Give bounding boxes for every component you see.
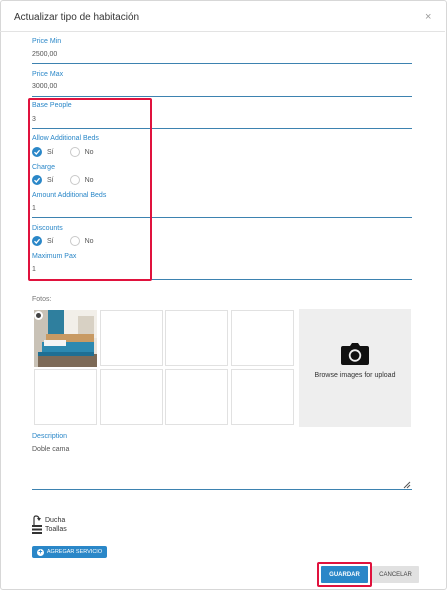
- fotos-label: Fotos:: [32, 296, 52, 303]
- discounts-no-label: No: [84, 237, 94, 245]
- header-divider: [0, 31, 445, 32]
- shower-icon: [33, 515, 41, 525]
- allow-additional-beds-no-radio[interactable]: [69, 147, 80, 157]
- resize-handle-icon[interactable]: [403, 481, 411, 489]
- allow-additional-beds-no-label: No: [84, 148, 94, 156]
- add-service-button[interactable]: + AGREGAR SERVICIO: [32, 546, 107, 558]
- add-service-label: AGREGAR SERVICIO: [46, 549, 103, 555]
- dialog-title: Actualizar tipo de habitación: [14, 12, 140, 23]
- base-people-input[interactable]: 3: [32, 116, 36, 123]
- allow-additional-beds-radio-group: Sí No: [32, 146, 94, 158]
- dialog: [0, 0, 447, 590]
- charge-radio-group: Sí No: [32, 174, 94, 186]
- description-underline: [32, 489, 412, 490]
- price-max-input[interactable]: 3000,00: [32, 83, 57, 90]
- discounts-radio-group: Sí No: [32, 235, 94, 247]
- check-icon: [34, 238, 41, 244]
- allow-additional-beds-label: Allow Additional Beds: [32, 135, 99, 142]
- camera-icon: [341, 343, 369, 365]
- maximum-pax-input[interactable]: 1: [32, 266, 36, 273]
- room-photo-image: [34, 310, 97, 367]
- towels-icon: [32, 525, 42, 534]
- amount-additional-beds-input[interactable]: 1: [32, 205, 36, 212]
- room-photo-thumbnail[interactable]: [34, 310, 97, 367]
- image-upload-dropzone[interactable]: Browse images for upload: [299, 309, 411, 427]
- base-people-underline: [32, 128, 412, 129]
- description-label: Description: [32, 433, 68, 440]
- allow-additional-beds-yes-radio[interactable]: [32, 147, 42, 157]
- service-item-toallas: Toallas: [32, 525, 67, 534]
- discounts-no-radio[interactable]: [69, 236, 80, 246]
- amount-additional-beds-underline: [32, 217, 412, 218]
- charge-yes-label: Sí: [47, 176, 54, 184]
- upload-text: Browse images for upload: [314, 372, 396, 379]
- maximum-pax-underline: [32, 279, 412, 280]
- service-label: Toallas: [45, 526, 67, 533]
- discounts-yes-radio[interactable]: [32, 236, 42, 246]
- photo-slot[interactable]: [165, 310, 228, 366]
- price-max-label: Price Max: [32, 71, 64, 78]
- allow-additional-beds-yes-label: Sí: [47, 148, 54, 156]
- photo-slot[interactable]: [100, 310, 163, 366]
- charge-no-label: No: [84, 176, 94, 184]
- radio-dot-icon: [36, 313, 41, 318]
- photo-slot[interactable]: [231, 369, 294, 425]
- photo-slot[interactable]: [231, 310, 294, 366]
- amount-additional-beds-label: Amount Additional Beds: [32, 192, 107, 199]
- check-icon: [34, 149, 41, 155]
- price-max-underline: [32, 96, 412, 97]
- photo-select-radio[interactable]: [34, 311, 43, 320]
- charge-no-radio[interactable]: [69, 175, 80, 185]
- discounts-yes-label: Sí: [47, 237, 54, 245]
- base-people-label: Base People: [32, 102, 72, 109]
- check-icon: [34, 177, 41, 183]
- discounts-label: Discounts: [32, 225, 63, 232]
- charge-label: Charge: [32, 164, 55, 171]
- plus-icon: +: [36, 548, 44, 556]
- photo-slot[interactable]: [34, 369, 97, 425]
- service-label: Ducha: [45, 516, 66, 524]
- photo-slot[interactable]: [100, 369, 163, 425]
- price-min-input[interactable]: 2500,00: [32, 51, 57, 58]
- cancel-button[interactable]: CANCELAR: [372, 566, 419, 583]
- charge-yes-radio[interactable]: [32, 175, 42, 185]
- price-min-underline: [32, 63, 412, 64]
- description-textarea[interactable]: Doble cama: [32, 446, 69, 453]
- maximum-pax-label: Maximum Pax: [32, 253, 77, 260]
- price-min-label: Price Min: [32, 38, 62, 45]
- save-button[interactable]: GUARDAR: [321, 566, 368, 583]
- service-item-ducha: Ducha: [32, 515, 65, 525]
- photo-slot[interactable]: [165, 369, 228, 425]
- close-icon[interactable]: ×: [425, 11, 431, 23]
